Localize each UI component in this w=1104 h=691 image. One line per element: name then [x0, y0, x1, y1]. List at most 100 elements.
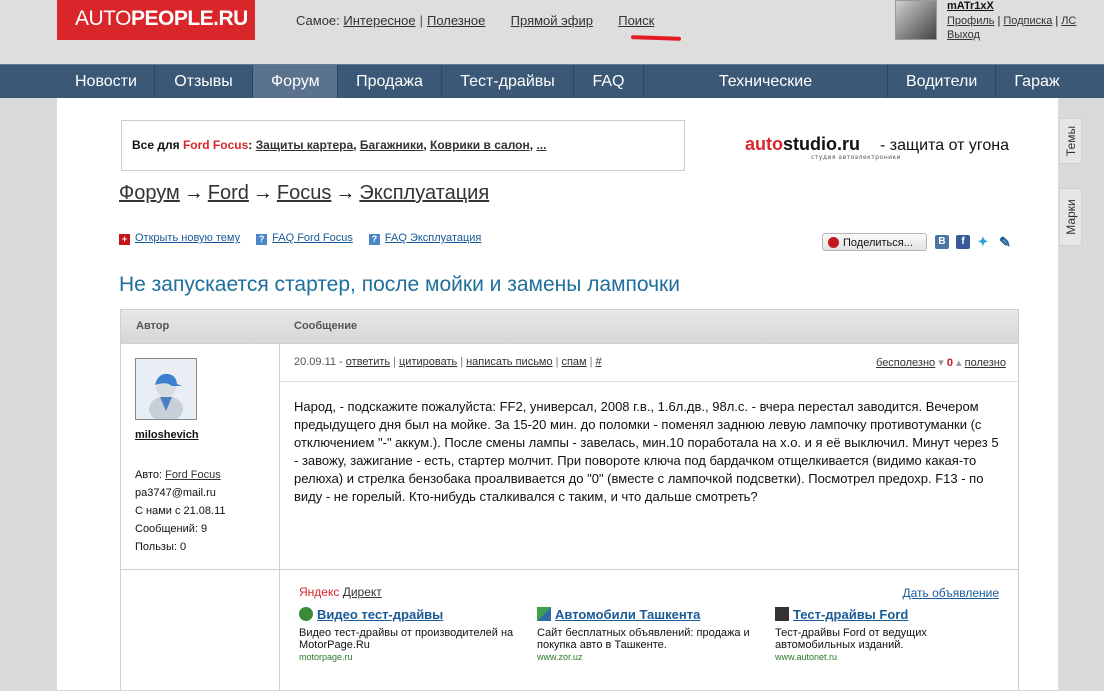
- nav-item-specs[interactable]: Технические характеристики: [644, 65, 888, 123]
- ad-title[interactable]: Видео тест-драйвы: [317, 607, 443, 622]
- zor-icon: [537, 607, 551, 621]
- profile-link[interactable]: Профиль: [947, 15, 995, 27]
- ad-item: Видео тест-драйвы Видео тест-драйвы от п…: [299, 606, 534, 662]
- share-bar: Поделиться... B f ✦ ✎: [822, 233, 1022, 253]
- spam-link[interactable]: спам: [561, 356, 586, 368]
- post-table: Автор Сообщение miloshevich Авто: Ford F…: [120, 309, 1019, 691]
- promo-link-mats[interactable]: Коврики в салон: [430, 138, 530, 152]
- message-date: 20.09.11 -: [294, 356, 343, 368]
- promo-link-crankcase[interactable]: Защиты картера: [256, 138, 354, 152]
- permalink[interactable]: #: [595, 356, 601, 368]
- breadcrumb-forum[interactable]: Форум: [119, 182, 180, 204]
- author-useful: Пользы: 0: [135, 541, 187, 553]
- author-name[interactable]: miloshevich: [135, 429, 199, 441]
- user-links: Профиль | Подписка | ЛС Выход: [947, 15, 1077, 41]
- yandex-label[interactable]: Яндекс: [299, 585, 339, 599]
- breadcrumb-ford[interactable]: Ford: [208, 182, 249, 204]
- breadcrumb-ekspluatatsiya[interactable]: Эксплуатация: [359, 182, 489, 204]
- breadcrumb-focus[interactable]: Focus: [277, 182, 331, 204]
- side-tab-topics[interactable]: Темы: [1060, 118, 1082, 164]
- top-nav-interesting[interactable]: Интересное: [343, 13, 415, 28]
- quote-link[interactable]: цитировать: [399, 356, 457, 368]
- promo-link-more[interactable]: ...: [536, 138, 546, 152]
- breadcrumb: Форум → Ford → Focus → Эксплуатация: [119, 182, 490, 204]
- user-avatar[interactable]: [895, 0, 937, 40]
- author-car-link[interactable]: Ford Focus: [165, 469, 221, 481]
- promo-link-racks[interactable]: Багажники: [360, 138, 424, 152]
- ad-url[interactable]: www.autonet.ru: [775, 652, 1010, 662]
- question-icon: ?: [256, 234, 268, 245]
- table-header: Автор Сообщение: [121, 310, 1018, 344]
- promo-prefix: Все для: [132, 138, 180, 152]
- ad-url[interactable]: motorpage.ru: [299, 652, 534, 662]
- ad-text: Сайт бесплатных объявлений: продажа и по…: [537, 627, 750, 651]
- nav-item-garage[interactable]: Гараж: [996, 65, 1078, 98]
- plus-icon: +: [119, 234, 130, 245]
- twitter-icon[interactable]: ✦: [976, 235, 990, 249]
- content-area: Все для Ford Focus: Защиты картера, Бага…: [57, 98, 1058, 691]
- direct-link[interactable]: Директ: [343, 585, 382, 599]
- ad-title[interactable]: Тест-драйвы Ford: [793, 607, 908, 622]
- share-button[interactable]: Поделиться...: [822, 233, 927, 251]
- thumb-down-icon[interactable]: ▾: [938, 357, 944, 369]
- author-cell: miloshevich Авто: Ford Focus pa3747@mail…: [121, 344, 279, 569]
- logout-link[interactable]: Выход: [947, 29, 980, 41]
- facebook-icon[interactable]: f: [956, 235, 970, 249]
- top-nav-search[interactable]: Поиск: [618, 13, 654, 28]
- messages-link[interactable]: ЛС: [1061, 15, 1076, 27]
- rating-score: 0: [946, 357, 953, 369]
- subscription-link[interactable]: Подписка: [1003, 15, 1052, 27]
- side-tab-brands[interactable]: Марки: [1060, 188, 1082, 246]
- ad-url[interactable]: www.zor.uz: [537, 652, 772, 662]
- message-text: Народ, - подскажите пожалуйста: FF2, уни…: [294, 399, 999, 504]
- author-info: Авто: Ford Focus pa3747@mail.ru С нами с…: [135, 466, 226, 556]
- write-letter-link[interactable]: написать письмо: [466, 356, 553, 368]
- faq-ford-focus-link[interactable]: FAQ Ford Focus: [272, 232, 353, 244]
- page-title: Не запускается стартер, после мойки и за…: [119, 273, 680, 296]
- rating: бесполезно ▾ 0 ▴ полезно: [876, 356, 1006, 369]
- nav-item-faq[interactable]: FAQ: [574, 65, 644, 98]
- autostudio-ad[interactable]: autostudio.ru студия автоэлектроники - з…: [745, 134, 1035, 164]
- nav-item-forum[interactable]: Форум: [253, 65, 338, 98]
- ad-title[interactable]: Автомобили Ташкента: [555, 607, 700, 622]
- username[interactable]: mATr1xX: [947, 0, 994, 12]
- top-nav-useful[interactable]: Полезное: [427, 13, 485, 28]
- user-panel: mATr1xX Профиль | Подписка | ЛС Выход: [895, 0, 1104, 42]
- top-bar: AUTOPEOPLE.RU Самое: Интересное | Полезное…: [0, 0, 1104, 64]
- col-message-header: Сообщение: [294, 320, 358, 332]
- separator: |: [419, 13, 423, 28]
- autostudio-tagline: - защита от угона: [880, 137, 1010, 154]
- ad-text: Видео тест-драйвы от производителей на M…: [299, 627, 514, 651]
- promo-brand: Ford Focus: [182, 138, 249, 152]
- nav-item-reviews[interactable]: Отзывы: [155, 65, 253, 98]
- main-nav: Новости Отзывы Форум Продажа Тест-драйвы…: [0, 64, 1104, 123]
- logo-part2: PEOPLE.RU: [130, 7, 248, 30]
- nav-item-drivers[interactable]: Водители: [888, 65, 996, 98]
- top-nav-live[interactable]: Прямой эфир: [511, 13, 593, 28]
- logo-part1: AUTO: [75, 7, 131, 30]
- author-messages: Сообщений: 9: [135, 523, 208, 535]
- author-avatar[interactable]: [135, 358, 197, 420]
- useful-link[interactable]: полезно: [965, 357, 1006, 369]
- vkontakte-icon[interactable]: B: [935, 235, 949, 249]
- useless-link[interactable]: бесполезно: [876, 357, 935, 369]
- nav-item-test-drives[interactable]: Тест-драйвы: [442, 65, 574, 98]
- nav-item-sale[interactable]: Продажа: [338, 65, 442, 98]
- faq-ekspluatatsiya-link[interactable]: FAQ Эксплуатация: [385, 232, 481, 244]
- share-icon: [828, 237, 839, 248]
- site-logo[interactable]: AUTOPEOPLE.RU: [57, 0, 255, 40]
- ad-item: Тест-драйвы Ford Тест-драйвы Ford от вед…: [775, 606, 1010, 662]
- give-ad-link[interactable]: Дать объявление: [902, 586, 999, 600]
- livejournal-icon[interactable]: ✎: [998, 235, 1012, 249]
- reply-link[interactable]: ответить: [346, 356, 390, 368]
- top-nav-label: Самое:: [296, 13, 340, 28]
- author-email: pa3747@mail.ru: [135, 487, 216, 499]
- user-icon: [149, 373, 183, 419]
- thumb-up-icon[interactable]: ▴: [956, 357, 962, 369]
- ad-text: Тест-драйвы Ford от ведущих автомобильны…: [775, 627, 927, 651]
- new-topic-link[interactable]: Открыть новую тему: [135, 232, 240, 244]
- top-nav: Самое: Интересное | Полезное Прямой эфир П…: [296, 13, 654, 28]
- col-author-header: Автор: [136, 320, 170, 332]
- nav-item-news[interactable]: Новости: [57, 65, 155, 98]
- message-meta: 20.09.11 - ответить | цитировать | написать …: [294, 356, 1006, 369]
